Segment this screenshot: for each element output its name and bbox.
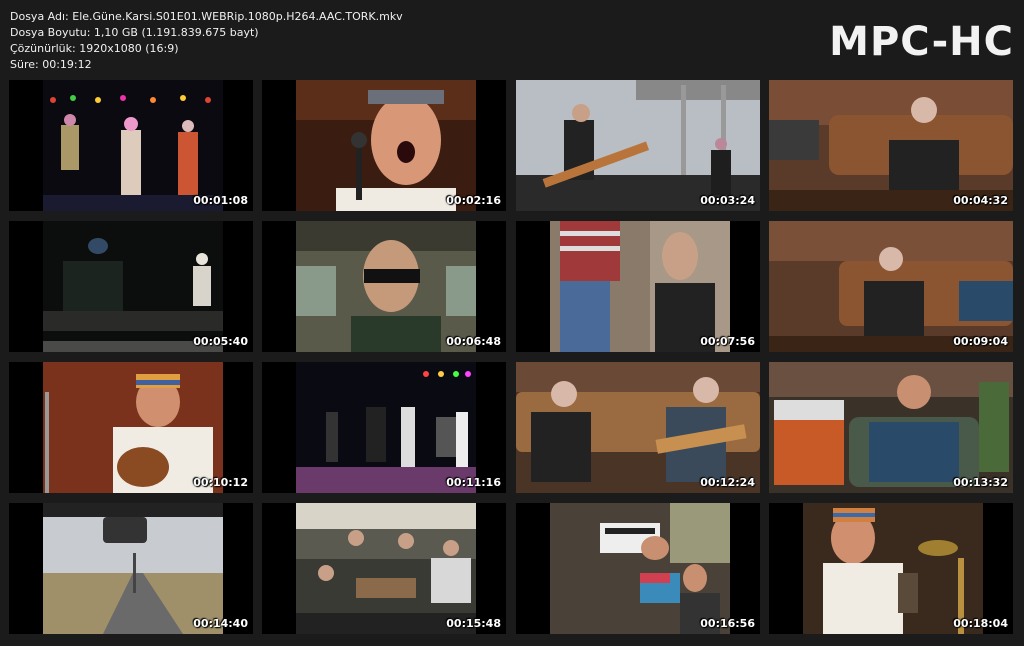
timestamp: 00:07:56 xyxy=(700,335,755,348)
timestamp: 00:09:04 xyxy=(953,335,1008,348)
thumbnail-image xyxy=(43,221,223,352)
timestamp: 00:13:32 xyxy=(953,476,1008,489)
thumbnail-image xyxy=(803,503,983,634)
timestamp: 00:15:48 xyxy=(446,617,501,630)
thumbnail-frame[interactable]: 00:10:12 xyxy=(9,362,253,493)
thumbnail-image xyxy=(516,80,760,211)
thumbnail-frame[interactable]: 00:11:16 xyxy=(262,362,506,493)
thumbnail-image xyxy=(550,503,730,634)
file-name-line: Dosya Adı: Ele.Güne.Karsi.S01E01.WEBRip.… xyxy=(10,10,403,23)
timestamp: 00:04:32 xyxy=(953,194,1008,207)
thumbnail-frame[interactable]: 00:07:56 xyxy=(516,221,760,352)
thumbnail-image xyxy=(296,221,476,352)
file-info-panel: Dosya Adı: Ele.Güne.Karsi.S01E01.WEBRip.… xyxy=(10,9,403,73)
thumbnail-frame[interactable]: 00:06:48 xyxy=(262,221,506,352)
timestamp: 00:16:56 xyxy=(700,617,755,630)
thumbnail-frame[interactable]: 00:04:32 xyxy=(769,80,1013,211)
thumbnail-image xyxy=(43,503,223,634)
thumbnail-image xyxy=(769,80,1013,211)
thumbnail-frame[interactable]: 00:09:04 xyxy=(769,221,1013,352)
thumbnail-image xyxy=(296,503,476,634)
thumbnail-frame[interactable]: 00:03:24 xyxy=(516,80,760,211)
mpc-hc-logo: MPC-HC xyxy=(829,19,1014,65)
thumbnail-frame[interactable]: 00:12:24 xyxy=(516,362,760,493)
timestamp: 00:10:12 xyxy=(193,476,248,489)
thumbnail-image xyxy=(43,80,223,211)
thumbnail-frame[interactable]: 00:16:56 xyxy=(516,503,760,634)
thumbnail-frame[interactable]: 00:02:16 xyxy=(262,80,506,211)
duration-line: Süre: 00:19:12 xyxy=(10,58,92,71)
timestamp: 00:02:16 xyxy=(446,194,501,207)
thumbnail-image xyxy=(516,362,760,493)
thumbnail-frame[interactable]: 00:15:48 xyxy=(262,503,506,634)
timestamp: 00:05:40 xyxy=(193,335,248,348)
thumbnail-frame[interactable]: 00:18:04 xyxy=(769,503,1013,634)
thumbnail-image xyxy=(296,80,476,211)
timestamp: 00:14:40 xyxy=(193,617,248,630)
timestamp: 00:06:48 xyxy=(446,335,501,348)
thumbnail-grid: 00:01:08 00:02:16 00:03:24 00:04:32 00:0… xyxy=(9,80,1013,634)
thumbnail-image xyxy=(769,362,1013,493)
timestamp: 00:12:24 xyxy=(700,476,755,489)
thumbnail-frame[interactable]: 00:14:40 xyxy=(9,503,253,634)
thumbnail-image xyxy=(43,362,223,493)
thumbnail-image xyxy=(550,221,730,352)
resolution-line: Çözünürlük: 1920x1080 (16:9) xyxy=(10,42,179,55)
thumbnail-image xyxy=(769,221,1013,352)
thumbnail-frame[interactable]: 00:05:40 xyxy=(9,221,253,352)
timestamp: 00:18:04 xyxy=(953,617,1008,630)
thumbnail-image xyxy=(296,362,476,493)
timestamp: 00:01:08 xyxy=(193,194,248,207)
thumbnail-frame[interactable]: 00:01:08 xyxy=(9,80,253,211)
timestamp: 00:11:16 xyxy=(446,476,501,489)
timestamp: 00:03:24 xyxy=(700,194,755,207)
file-size-line: Dosya Boyutu: 1,10 GB (1.191.839.675 bay… xyxy=(10,26,259,39)
thumbnail-frame[interactable]: 00:13:32 xyxy=(769,362,1013,493)
